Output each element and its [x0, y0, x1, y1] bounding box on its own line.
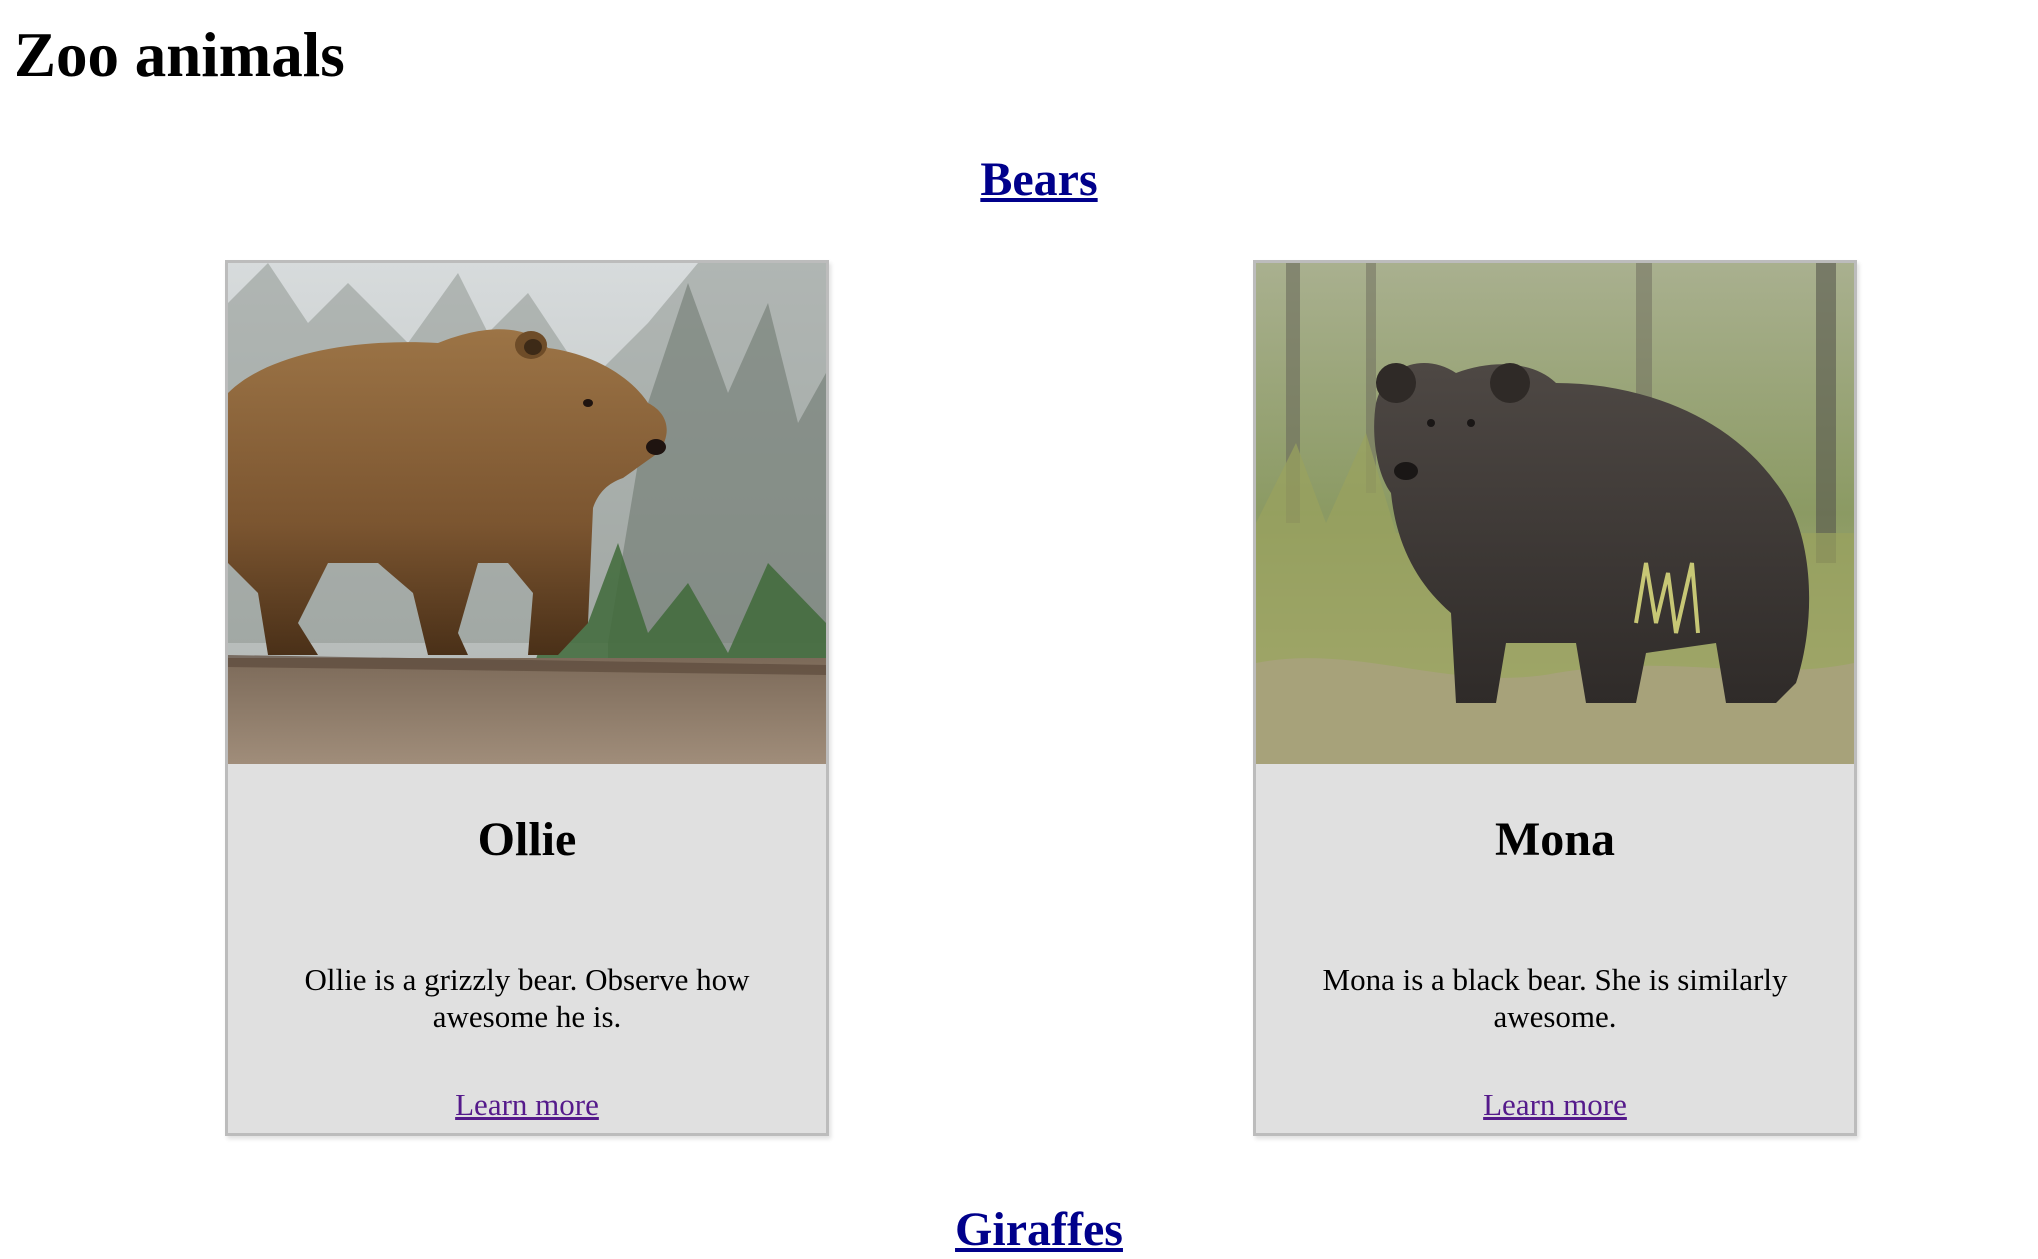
learn-more-link[interactable]: Learn more	[455, 1087, 599, 1122]
animal-card-mona: Mona Mona is a black bear. She is simila…	[1253, 260, 1857, 1136]
animal-description: Mona is a black bear. She is similarly a…	[1322, 962, 1788, 1034]
animal-name: Ollie	[477, 813, 577, 866]
section-heading-giraffes: Giraffes	[0, 1201, 2038, 1259]
learn-more-link[interactable]: Learn more	[1483, 1087, 1627, 1122]
giraffes-link[interactable]: Giraffes	[955, 1203, 1123, 1256]
section-heading-bears: Bears	[0, 151, 2038, 209]
black-bear-photo	[1256, 263, 1854, 764]
animal-card-ollie: Ollie Ollie is a grizzly bear. Observe h…	[225, 260, 829, 1136]
animal-name: Mona	[1495, 813, 1615, 866]
bears-link[interactable]: Bears	[980, 153, 1097, 206]
animal-description: Ollie is a grizzly bear. Observe how awe…	[304, 962, 750, 1034]
grizzly-bear-photo	[228, 263, 826, 764]
page-title: Zoo animals	[14, 20, 345, 90]
